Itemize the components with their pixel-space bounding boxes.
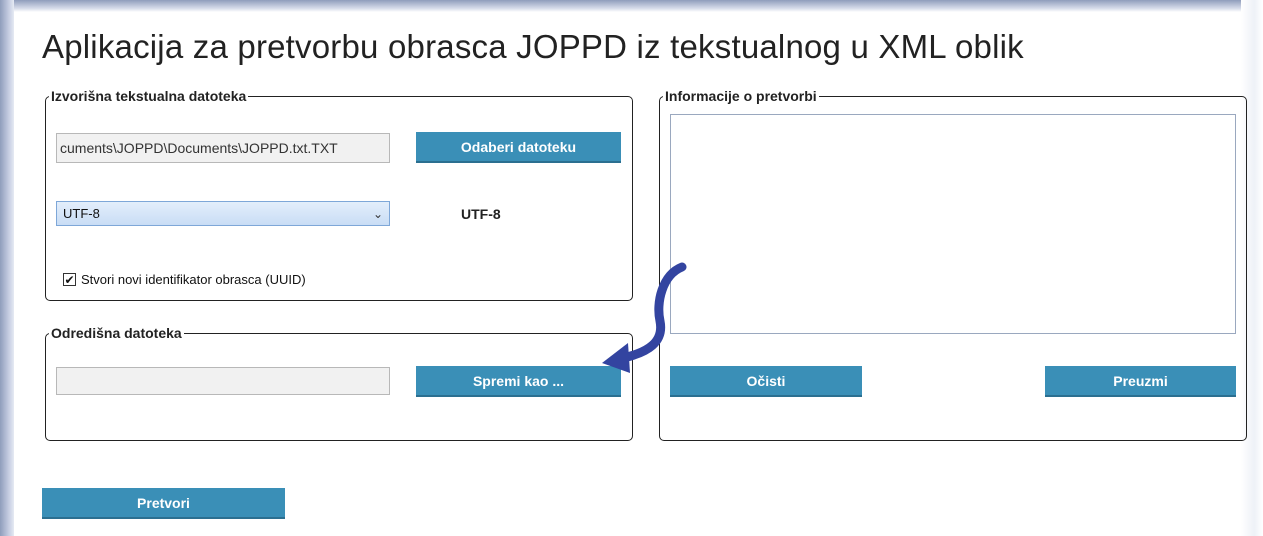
curved-arrow-icon xyxy=(602,262,687,373)
download-button[interactable]: Preuzmi xyxy=(1045,366,1236,397)
uuid-checkbox-row[interactable]: ✔ Stvori novi identifikator obrasca (UUI… xyxy=(63,272,306,287)
encoding-select-value: UTF-8 xyxy=(63,206,100,221)
conversion-info-legend: Informacije o pretvorbi xyxy=(663,88,819,104)
window-left-edge xyxy=(0,0,14,536)
conversion-info-textarea[interactable] xyxy=(670,114,1236,334)
encoding-select[interactable]: UTF-8 ⌄ xyxy=(56,201,390,226)
source-file-path-input[interactable]: cuments\JOPPD\Documents\JOPPD.txt.TXT xyxy=(56,133,390,163)
source-file-legend: Izvorišna tekstualna datoteka xyxy=(49,88,249,104)
encoding-label: UTF-8 xyxy=(461,206,501,222)
page-title: Aplikacija za pretvorbu obrasca JOPPD iz… xyxy=(42,28,1024,65)
chevron-down-icon: ⌄ xyxy=(372,206,383,221)
destination-file-legend: Odredišna datoteka xyxy=(49,325,184,341)
checkmark-icon: ✔ xyxy=(64,272,75,287)
uuid-checkbox[interactable]: ✔ xyxy=(63,273,76,286)
window-top-edge xyxy=(0,0,1263,12)
choose-file-button[interactable]: Odaberi datoteku xyxy=(416,132,621,163)
destination-file-path-input[interactable] xyxy=(56,367,390,395)
uuid-checkbox-label: Stvori novi identifikator obrasca (UUID) xyxy=(81,272,306,287)
source-file-group: Izvorišna tekstualna datoteka xyxy=(45,88,633,301)
convert-button[interactable]: Pretvori xyxy=(42,488,285,519)
